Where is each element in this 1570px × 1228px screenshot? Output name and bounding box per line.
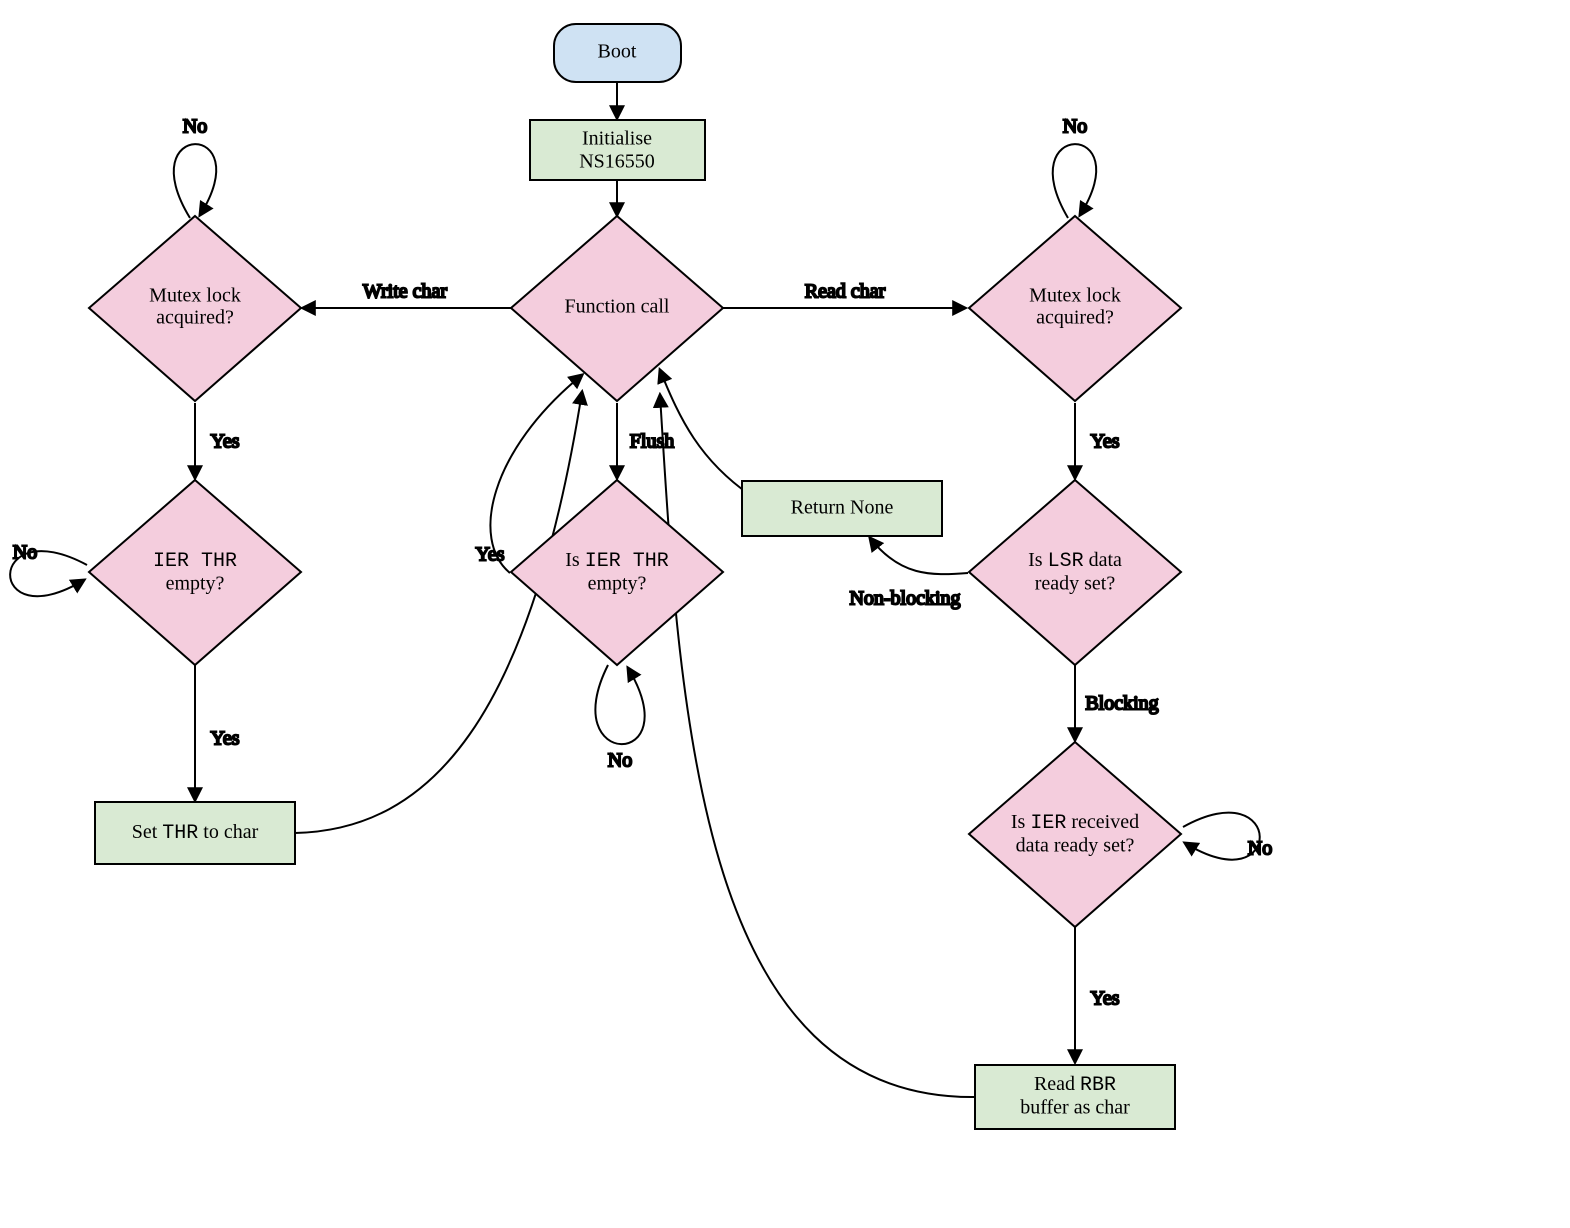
boot-node: Boot bbox=[554, 24, 681, 82]
svg-text:Is LSR data: Is LSR data bbox=[1028, 549, 1122, 574]
ier-thr-center-node: Is IER THR empty? bbox=[511, 480, 723, 665]
mutex-left-node: Mutex lock acquired? bbox=[89, 216, 301, 401]
svg-text:Mutex lock: Mutex lock bbox=[149, 285, 241, 307]
svg-text:Boot: Boot bbox=[598, 41, 637, 63]
svg-text:Function call: Function call bbox=[565, 296, 670, 318]
svg-text:acquired?: acquired? bbox=[1036, 307, 1114, 329]
initialise-node: Initialise NS16550 bbox=[530, 120, 705, 180]
edge-label-nonblocking: Non-blocking bbox=[849, 588, 960, 610]
edge-label-ierC-yes: Yes bbox=[475, 544, 504, 566]
ier-received-node: Is IER received data ready set? bbox=[969, 742, 1181, 927]
edge-label-blocking: Blocking bbox=[1085, 693, 1158, 715]
edge-label-ierL-yes: Yes bbox=[210, 728, 239, 750]
svg-text:buffer as char: buffer as char bbox=[1020, 1097, 1130, 1119]
function-call-node: Function call bbox=[511, 216, 723, 401]
svg-text:Mutex lock: Mutex lock bbox=[1029, 285, 1121, 307]
svg-text:Read RBR: Read RBR bbox=[1034, 1073, 1116, 1098]
svg-text:Is IER received: Is IER received bbox=[1011, 811, 1139, 836]
edge-label-ierC-no: No bbox=[608, 750, 632, 772]
svg-text:Return None: Return None bbox=[791, 497, 894, 519]
svg-text:empty?: empty? bbox=[588, 573, 647, 595]
edge-label-ierR-no: No bbox=[1248, 838, 1272, 860]
edge-label-mutexL-yes: Yes bbox=[210, 431, 239, 453]
svg-text:acquired?: acquired? bbox=[156, 307, 234, 329]
edge-label-ierL-no: No bbox=[13, 542, 37, 564]
set-thr-node: Set THR to char bbox=[95, 802, 295, 864]
svg-text:empty?: empty? bbox=[166, 573, 225, 595]
svg-text:IER THR: IER THR bbox=[153, 550, 237, 573]
return-none-node: Return None bbox=[742, 481, 942, 536]
svg-text:Initialise: Initialise bbox=[582, 128, 652, 150]
flowchart: Write char Read char Flush No Yes No Yes… bbox=[0, 0, 1570, 1228]
edge-label-ierR-yes: Yes bbox=[1090, 988, 1119, 1010]
mutex-right-node: Mutex lock acquired? bbox=[969, 216, 1181, 401]
svg-text:ready set?: ready set? bbox=[1035, 573, 1116, 595]
svg-text:Set THR to char: Set THR to char bbox=[132, 821, 259, 846]
ier-thr-left-node: IER THR empty? bbox=[89, 480, 301, 665]
read-rbr-node: Read RBR buffer as char bbox=[975, 1065, 1175, 1129]
edge-label-mutexL-no: No bbox=[183, 116, 207, 138]
svg-text:NS16550: NS16550 bbox=[579, 151, 655, 173]
edge-label-mutexR-yes: Yes bbox=[1090, 431, 1119, 453]
lsr-node: Is LSR data ready set? bbox=[969, 480, 1181, 665]
edge-label-write: Write char bbox=[363, 281, 447, 303]
svg-text:data ready set?: data ready set? bbox=[1016, 835, 1135, 857]
edge-label-mutexR-no: No bbox=[1063, 116, 1087, 138]
edge-label-flush: Flush bbox=[630, 431, 674, 453]
svg-text:Is IER THR: Is IER THR bbox=[565, 549, 668, 574]
edge-label-read: Read char bbox=[805, 281, 886, 303]
